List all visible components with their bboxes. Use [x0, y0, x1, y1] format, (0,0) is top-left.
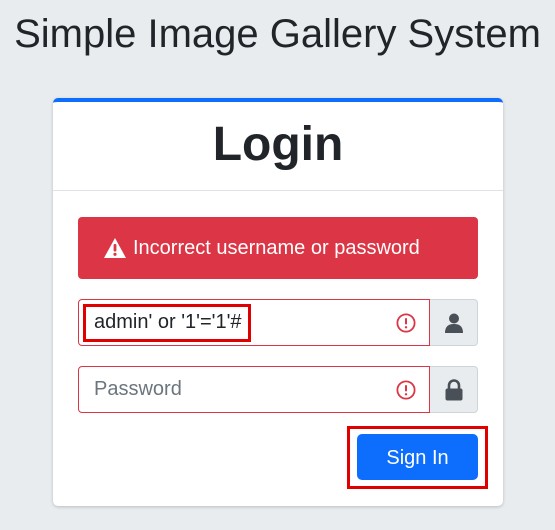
username-input-group: admin' or '1'='1'# — [78, 299, 478, 346]
password-addon — [430, 366, 478, 413]
page-title: Login — [212, 118, 344, 171]
error-alert: Incorrect username or password — [78, 217, 478, 279]
sign-in-button[interactable]: Sign In — [357, 434, 478, 480]
lock-icon — [445, 378, 462, 400]
exclamation-circle-icon — [396, 313, 416, 333]
password-input-group: Password — [78, 366, 478, 413]
password-field[interactable]: Password — [78, 366, 430, 413]
alert-message: Incorrect username or password — [133, 237, 420, 259]
site-title: Simple Image Gallery System — [14, 12, 541, 56]
login-card: Login Incorrect username or password adm… — [53, 98, 503, 506]
user-icon — [444, 313, 463, 333]
username-field[interactable]: admin' or '1'='1'# — [78, 299, 430, 346]
card-header: Login — [53, 102, 503, 191]
exclamation-circle-icon — [396, 380, 416, 400]
username-addon — [430, 299, 478, 346]
password-placeholder: Password — [94, 378, 182, 400]
warning-triangle-icon — [104, 238, 126, 258]
username-value: admin' or '1'='1'# — [94, 311, 242, 333]
